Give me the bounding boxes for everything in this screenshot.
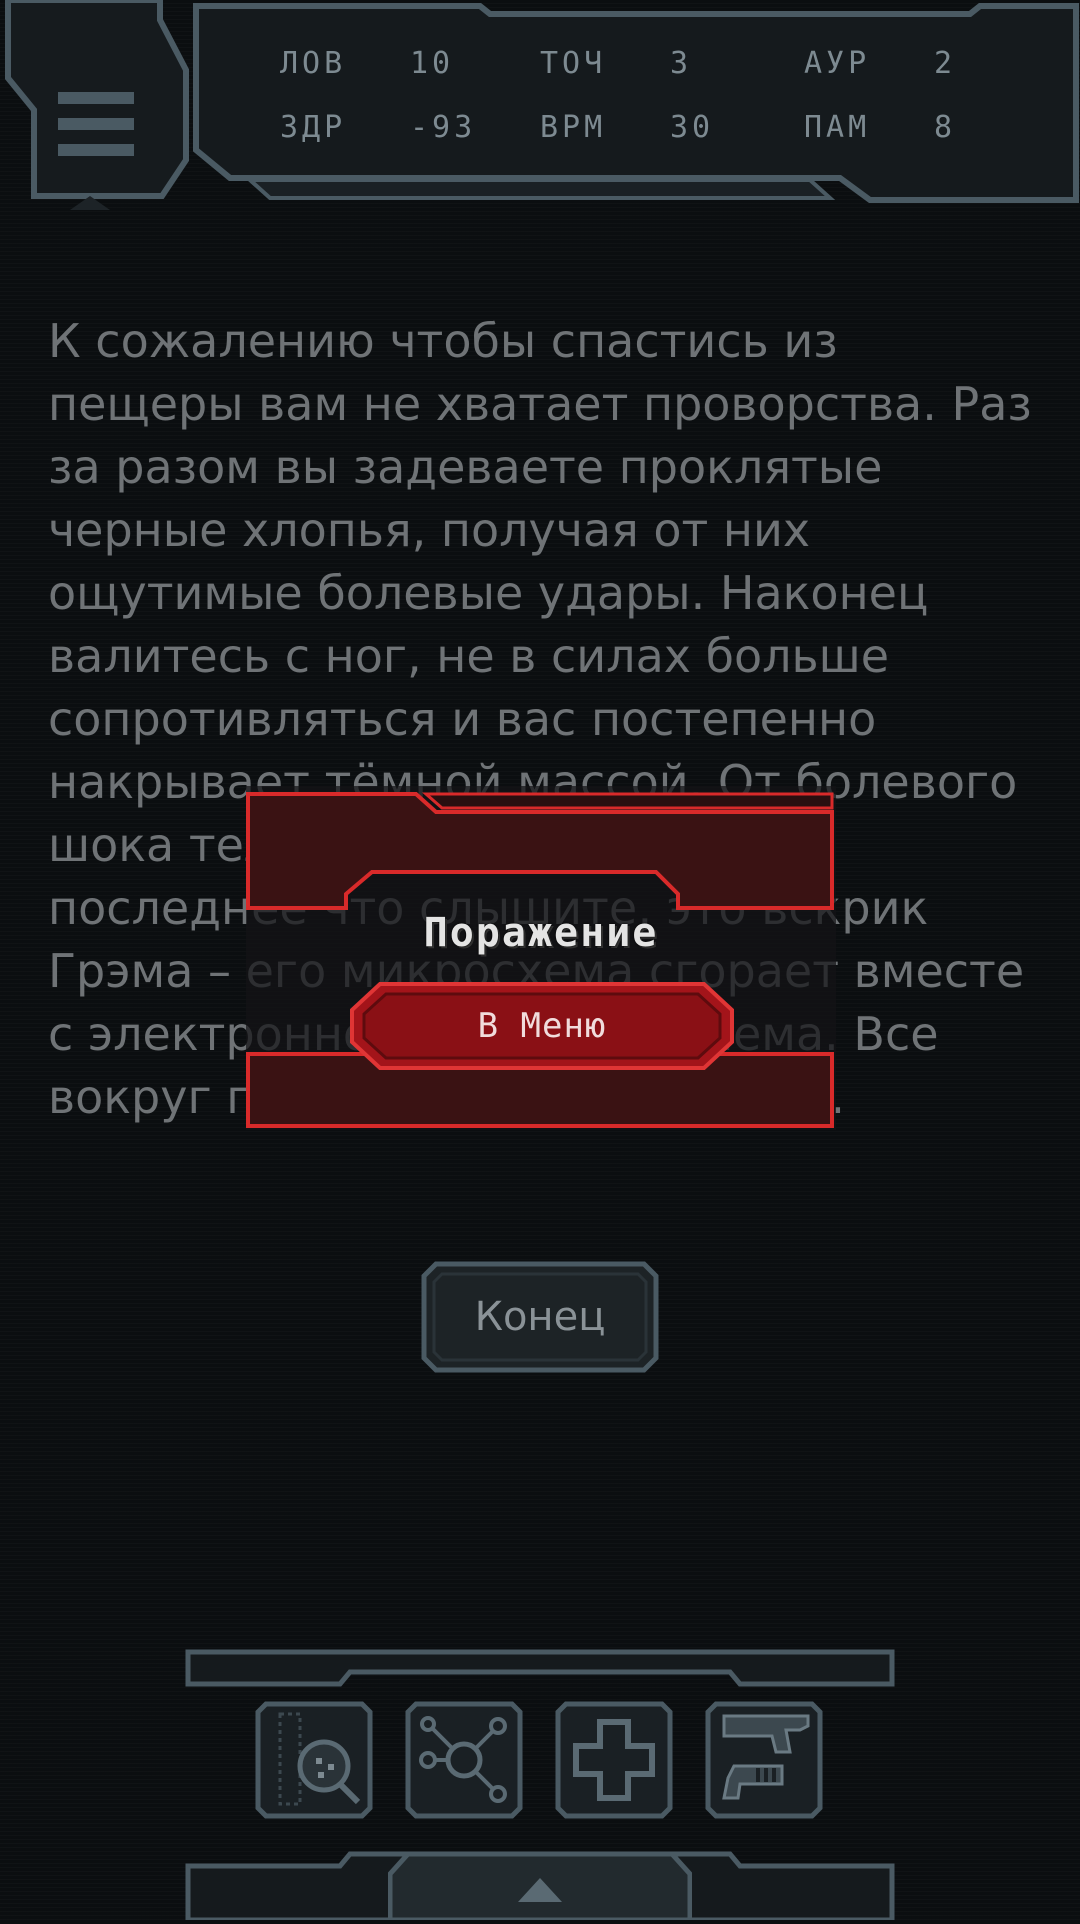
stat-value: 10 (410, 46, 455, 81)
hamburger-icon (5, 0, 189, 210)
stat-value: 8 (934, 110, 957, 145)
stat-time: ВРМ 30 (540, 110, 714, 145)
stat-label: ПАМ (804, 110, 871, 145)
scan-icon (255, 1701, 373, 1819)
stats-grid: ЛОВ 10 ТОЧ 3 АУР 2 ЗДР -93 ВРМ 30 ПАМ 8 (280, 38, 980, 158)
chevron-up-icon (387, 1851, 693, 1923)
menu-button[interactable] (0, 0, 200, 210)
stat-precision: ТОЧ 3 (540, 46, 692, 81)
weapons-icon (705, 1701, 823, 1819)
end-button-label: Конец (474, 1294, 606, 1340)
stat-memory: ПАМ 8 (804, 110, 956, 145)
stat-value: 2 (934, 46, 957, 81)
to-menu-label: В Меню (477, 1006, 607, 1046)
weapons-button[interactable] (704, 1700, 824, 1820)
stat-label: АУР (804, 46, 871, 81)
scan-button[interactable] (254, 1700, 374, 1820)
to-menu-button[interactable]: В Меню (350, 982, 734, 1070)
stat-label: ЛОВ (280, 46, 347, 81)
stat-value: 30 (670, 110, 715, 145)
network-button[interactable] (404, 1700, 524, 1820)
stat-label: ВРМ (540, 110, 607, 145)
stat-label: ЗДР (280, 110, 347, 145)
medkit-button[interactable] (554, 1700, 674, 1820)
end-button[interactable]: Конец (420, 1260, 660, 1374)
defeat-dialog: Поражение В Меню (246, 786, 836, 1130)
network-icon (405, 1701, 523, 1819)
stat-label: ТОЧ (540, 46, 607, 81)
stat-health: ЗДР -93 (280, 110, 476, 145)
stat-aura: АУР 2 (804, 46, 956, 81)
medkit-icon (555, 1701, 673, 1819)
expand-handle[interactable] (387, 1848, 693, 1923)
dialog-title: Поражение (423, 910, 659, 956)
stat-value: 3 (670, 46, 693, 81)
stat-agility: ЛОВ 10 (280, 46, 454, 81)
stat-value: -93 (410, 110, 477, 145)
